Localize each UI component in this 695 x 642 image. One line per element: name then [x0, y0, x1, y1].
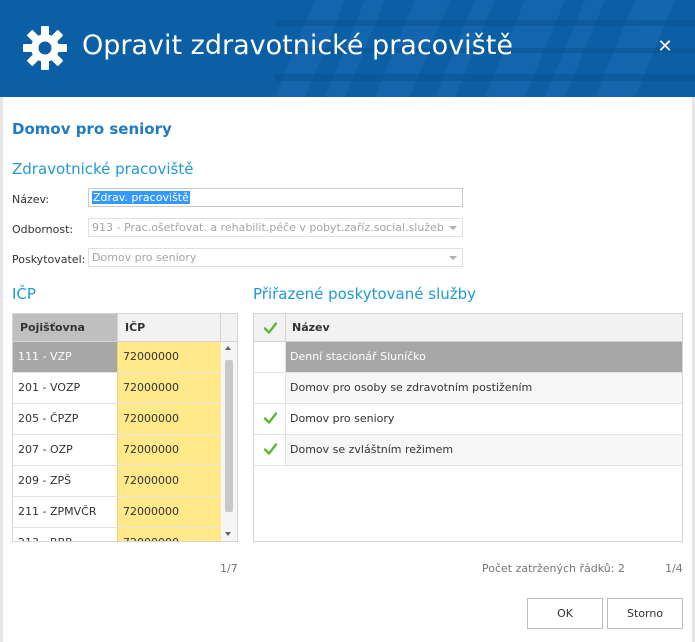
insurer-cell: 211 - ZPMVČR — [18, 505, 97, 518]
icp-cell[interactable]: 72000000 — [117, 404, 221, 434]
table-row[interactable]: Domov se zvláštním režimem — [254, 435, 682, 466]
name-label: Název: — [12, 193, 50, 206]
row-checkbox[interactable] — [254, 342, 286, 372]
scroll-up-icon[interactable] — [225, 346, 231, 350]
service-name-cell: Domov pro seniory — [290, 412, 395, 425]
row-checkbox[interactable] — [254, 404, 286, 434]
ok-button[interactable]: OK — [527, 598, 603, 629]
table-row[interactable]: 209 - ZPŠ 72000000 — [13, 466, 221, 497]
table-row[interactable]: Domov pro osoby se zdravotním postižením — [254, 373, 682, 404]
services-grid: Název Denní stacionář Sluníčko Domov pro… — [253, 313, 683, 542]
table-row[interactable]: Denní stacionář Sluníčko — [254, 342, 682, 373]
icp-row-counter: 1/7 — [220, 562, 238, 575]
provider-label: Poskytovatel: — [12, 253, 86, 266]
provider-value: Domov pro seniory — [92, 251, 197, 264]
cancel-button[interactable]: Storno — [607, 598, 683, 629]
icp-cell[interactable]: 72000000 — [117, 373, 221, 403]
check-icon — [264, 443, 277, 455]
icp-cell[interactable]: 72000000 — [117, 435, 221, 465]
insurer-cell: 207 - OZP — [18, 443, 73, 456]
table-row[interactable]: 213 - RBP 72000000 — [13, 528, 221, 541]
services-row-counter: 1/4 — [665, 562, 683, 575]
column-header-name[interactable]: Název — [292, 321, 330, 334]
table-row[interactable]: 207 - OZP 72000000 — [13, 435, 221, 466]
title-bar: Opravit zdravotnické pracoviště ✕ — [0, 0, 695, 97]
checked-rows-count: Počet zatržených řádků: 2 — [482, 562, 625, 575]
table-row[interactable]: 205 - ČPZP 72000000 — [13, 404, 221, 435]
provider-select[interactable]: Domov pro seniory — [88, 248, 463, 267]
scroll-down-icon[interactable] — [225, 532, 231, 536]
insurer-cell: 111 - VZP — [13, 342, 117, 372]
row-checkbox[interactable] — [254, 373, 286, 403]
icp-grid-header: Pojišťovna IČP — [13, 314, 237, 342]
check-icon — [264, 412, 277, 424]
icp-cell[interactable]: 72000000 — [117, 466, 221, 496]
icp-grid: Pojišťovna IČP 111 - VZP 72000000 201 - … — [12, 313, 238, 542]
section-title-workplace: Zdravotnické pracoviště — [12, 160, 194, 178]
section-title-services: Přiřazené poskytované služby — [253, 285, 477, 303]
row-checkbox[interactable] — [254, 435, 286, 465]
services-grid-header: Název — [254, 314, 682, 342]
check-icon — [264, 322, 277, 334]
insurer-cell: 201 - VOZP — [18, 381, 81, 394]
specialty-label: Odbornost: — [12, 223, 74, 236]
table-row[interactable]: Domov pro seniory — [254, 404, 682, 435]
icp-cell[interactable]: 72000000 — [117, 342, 221, 372]
chevron-down-icon — [449, 226, 457, 230]
service-name-cell: Denní stacionář Sluníčko — [286, 342, 682, 372]
name-field[interactable]: Zdrav. pracoviště — [88, 188, 463, 207]
name-field-value: Zdrav. pracoviště — [92, 191, 190, 204]
icp-cell[interactable]: 72000000 — [117, 528, 221, 541]
insurer-cell: 209 - ZPŠ — [18, 474, 72, 487]
insurer-cell: 213 - RBP — [13, 528, 117, 541]
icp-scrollbar[interactable] — [221, 342, 237, 541]
insurer-cell: 205 - ČPZP — [18, 412, 79, 425]
service-name-cell: Domov pro osoby se zdravotním postižením — [286, 373, 682, 403]
icp-cell[interactable]: 72000000 — [117, 497, 221, 527]
specialty-select[interactable]: 913 - Prac.ošetřovat. a rehabilit.péče v… — [88, 218, 463, 237]
column-header-insurer[interactable]: Pojišťovna — [13, 314, 117, 341]
close-icon[interactable]: ✕ — [656, 38, 674, 56]
column-header-icp[interactable]: IČP — [117, 314, 221, 341]
table-row[interactable]: 201 - VOZP 72000000 — [13, 373, 221, 404]
select-all-column[interactable] — [254, 314, 286, 341]
specialty-value: 913 - Prac.ošetřovat. a rehabilit.péče v… — [92, 221, 444, 234]
scrollbar-thumb[interactable] — [225, 360, 233, 512]
table-row[interactable]: 211 - ZPMVČR 72000000 — [13, 497, 221, 528]
table-row[interactable]: 111 - VZP 72000000 — [13, 342, 221, 373]
window-title: Opravit zdravotnické pracoviště — [82, 30, 513, 61]
service-name-cell: Domov se zvláštním režimem — [286, 435, 682, 465]
chevron-down-icon — [449, 256, 457, 260]
section-title-icp: IČP — [12, 285, 36, 303]
gear-icon — [23, 26, 67, 70]
page-heading: Domov pro seniory — [12, 120, 172, 138]
window-frame-left — [0, 97, 3, 642]
